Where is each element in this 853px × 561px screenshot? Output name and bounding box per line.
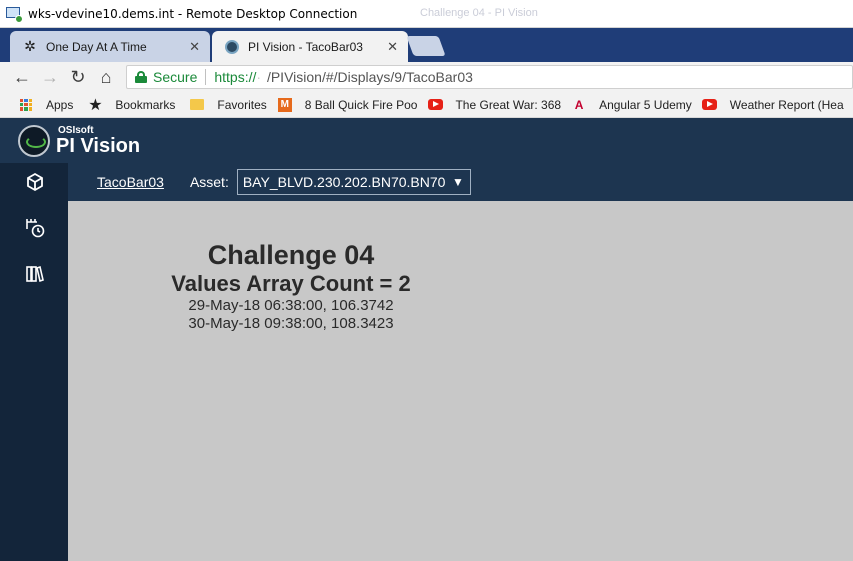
url-text: https://· /PIVision/#/Displays/9/TacoBar…	[214, 69, 473, 85]
tab-pi-vision[interactable]: PI Vision - TacoBar03 ✕	[212, 31, 408, 62]
bookmark-angular[interactable]: A Angular 5 Udemy	[571, 98, 692, 112]
angular-icon: A	[574, 97, 584, 112]
bookmark-apps[interactable]: Apps	[18, 98, 73, 112]
address-separator	[205, 69, 207, 85]
url-host-redacted: ·	[256, 69, 267, 85]
value-row: 30-May-18 09:38:00, 108.3423	[188, 315, 394, 332]
tab-strip: ✲ One Day At A Time ✕ PI Vision - TacoBa…	[0, 28, 853, 62]
rdp-ghost-title: Challenge 04 - PI Vision	[420, 7, 538, 19]
widget-subtitle: Values Array Count = 2	[171, 271, 411, 296]
forward-icon[interactable]: →	[36, 63, 64, 91]
bookmark-label: Apps	[46, 97, 74, 112]
bookmark-label: Bookmarks	[115, 97, 176, 112]
bookmark-label: Favorites	[217, 97, 267, 112]
asset-dropdown[interactable]: BAY_BLVD.230.202.BN70.BN70 ▼	[236, 169, 471, 195]
pi-vendor: OSIsoft	[58, 124, 94, 136]
back-icon[interactable]: ←	[8, 63, 36, 91]
reload-icon[interactable]: ↻	[64, 63, 92, 91]
bookmark-bookmarks[interactable]: ★ Bookmarks	[87, 96, 176, 114]
bookmark-label: 8 Ball Quick Fire Poo	[304, 97, 418, 112]
pi-brand[interactable]: OSIsoft PI Vision	[56, 124, 141, 157]
asset-value: BAY_BLVD.230.202.BN70.BN70	[242, 174, 446, 190]
url-path: /PIVision/#/Displays/9/TacoBar03	[266, 69, 473, 85]
lock-icon	[135, 71, 147, 83]
bookmark-8-ball[interactable]: M 8 Ball Quick Fire Poo	[277, 97, 418, 112]
display-bar: TacoBar03 Asset: BAY_BLVD.230.202.BN70.B…	[68, 163, 853, 201]
rdp-window-title: wks-vdevine10.dems.int - Remote Desktop …	[28, 6, 358, 21]
value-widget[interactable]: Challenge 04 Values Array Count = 2 29-M…	[156, 239, 426, 333]
m-icon: M	[277, 97, 293, 112]
tab-one-day-at-a-time[interactable]: ✲ One Day At A Time ✕	[10, 31, 210, 62]
widget-title: Challenge 04	[207, 240, 375, 270]
cube-icon[interactable]	[22, 169, 48, 195]
folder-icon	[189, 98, 205, 112]
bookmark-weather[interactable]: Weather Report (Hea	[702, 98, 844, 112]
gear-icon: ✲	[24, 38, 36, 54]
bookmark-label: Weather Report (Hea	[729, 97, 844, 112]
apps-icon	[18, 98, 34, 112]
browser-toolbar: ← → ↻ ⌂ Secure https://· /PIVision/#/Dis…	[0, 62, 853, 92]
pi-product: PI Vision	[56, 134, 141, 157]
secure-label: Secure	[153, 69, 198, 85]
pi-vision-logo-icon[interactable]	[18, 124, 50, 157]
library-icon[interactable]	[22, 261, 48, 287]
address-bar[interactable]: Secure https://· /PIVision/#/Displays/9/…	[126, 65, 853, 89]
bookmarks-bar: Apps ★ Bookmarks Favorites M 8 Ball Quic…	[0, 92, 853, 118]
youtube-icon	[427, 98, 443, 112]
home-icon[interactable]: ⌂	[92, 63, 120, 91]
tab-label: PI Vision - TacoBar03	[248, 39, 363, 54]
bookmark-great-war[interactable]: The Great War: 368	[427, 98, 561, 112]
bookmark-favorites[interactable]: Favorites	[189, 97, 267, 112]
url-scheme: https://	[214, 69, 257, 85]
remote-desktop-icon	[6, 6, 23, 23]
display-canvas: Challenge 04 Values Array Count = 2 29-M…	[68, 201, 853, 561]
rdp-title-bar: wks-vdevine10.dems.int - Remote Desktop …	[0, 0, 853, 28]
tab-label: One Day At A Time	[46, 39, 147, 54]
bookmark-label: Angular 5 Udemy	[599, 97, 692, 112]
new-tab-button[interactable]	[406, 36, 446, 56]
bookmark-label: The Great War: 368	[455, 97, 562, 112]
asset-label: Asset:	[189, 174, 229, 190]
star-icon: ★	[88, 96, 103, 114]
display-name-link[interactable]: TacoBar03	[97, 174, 164, 190]
youtube-icon	[702, 98, 718, 112]
close-icon[interactable]: ✕	[387, 39, 398, 55]
value-row: 29-May-18 06:38:00, 106.3742	[188, 297, 394, 314]
pi-vision-header: OSIsoft PI Vision	[0, 118, 853, 163]
pi-vision-favicon	[224, 39, 240, 55]
left-nav	[0, 163, 68, 561]
dropdown-arrow-icon: ▼	[451, 175, 464, 189]
event-timer-icon[interactable]	[22, 215, 48, 241]
close-icon[interactable]: ✕	[189, 39, 200, 55]
